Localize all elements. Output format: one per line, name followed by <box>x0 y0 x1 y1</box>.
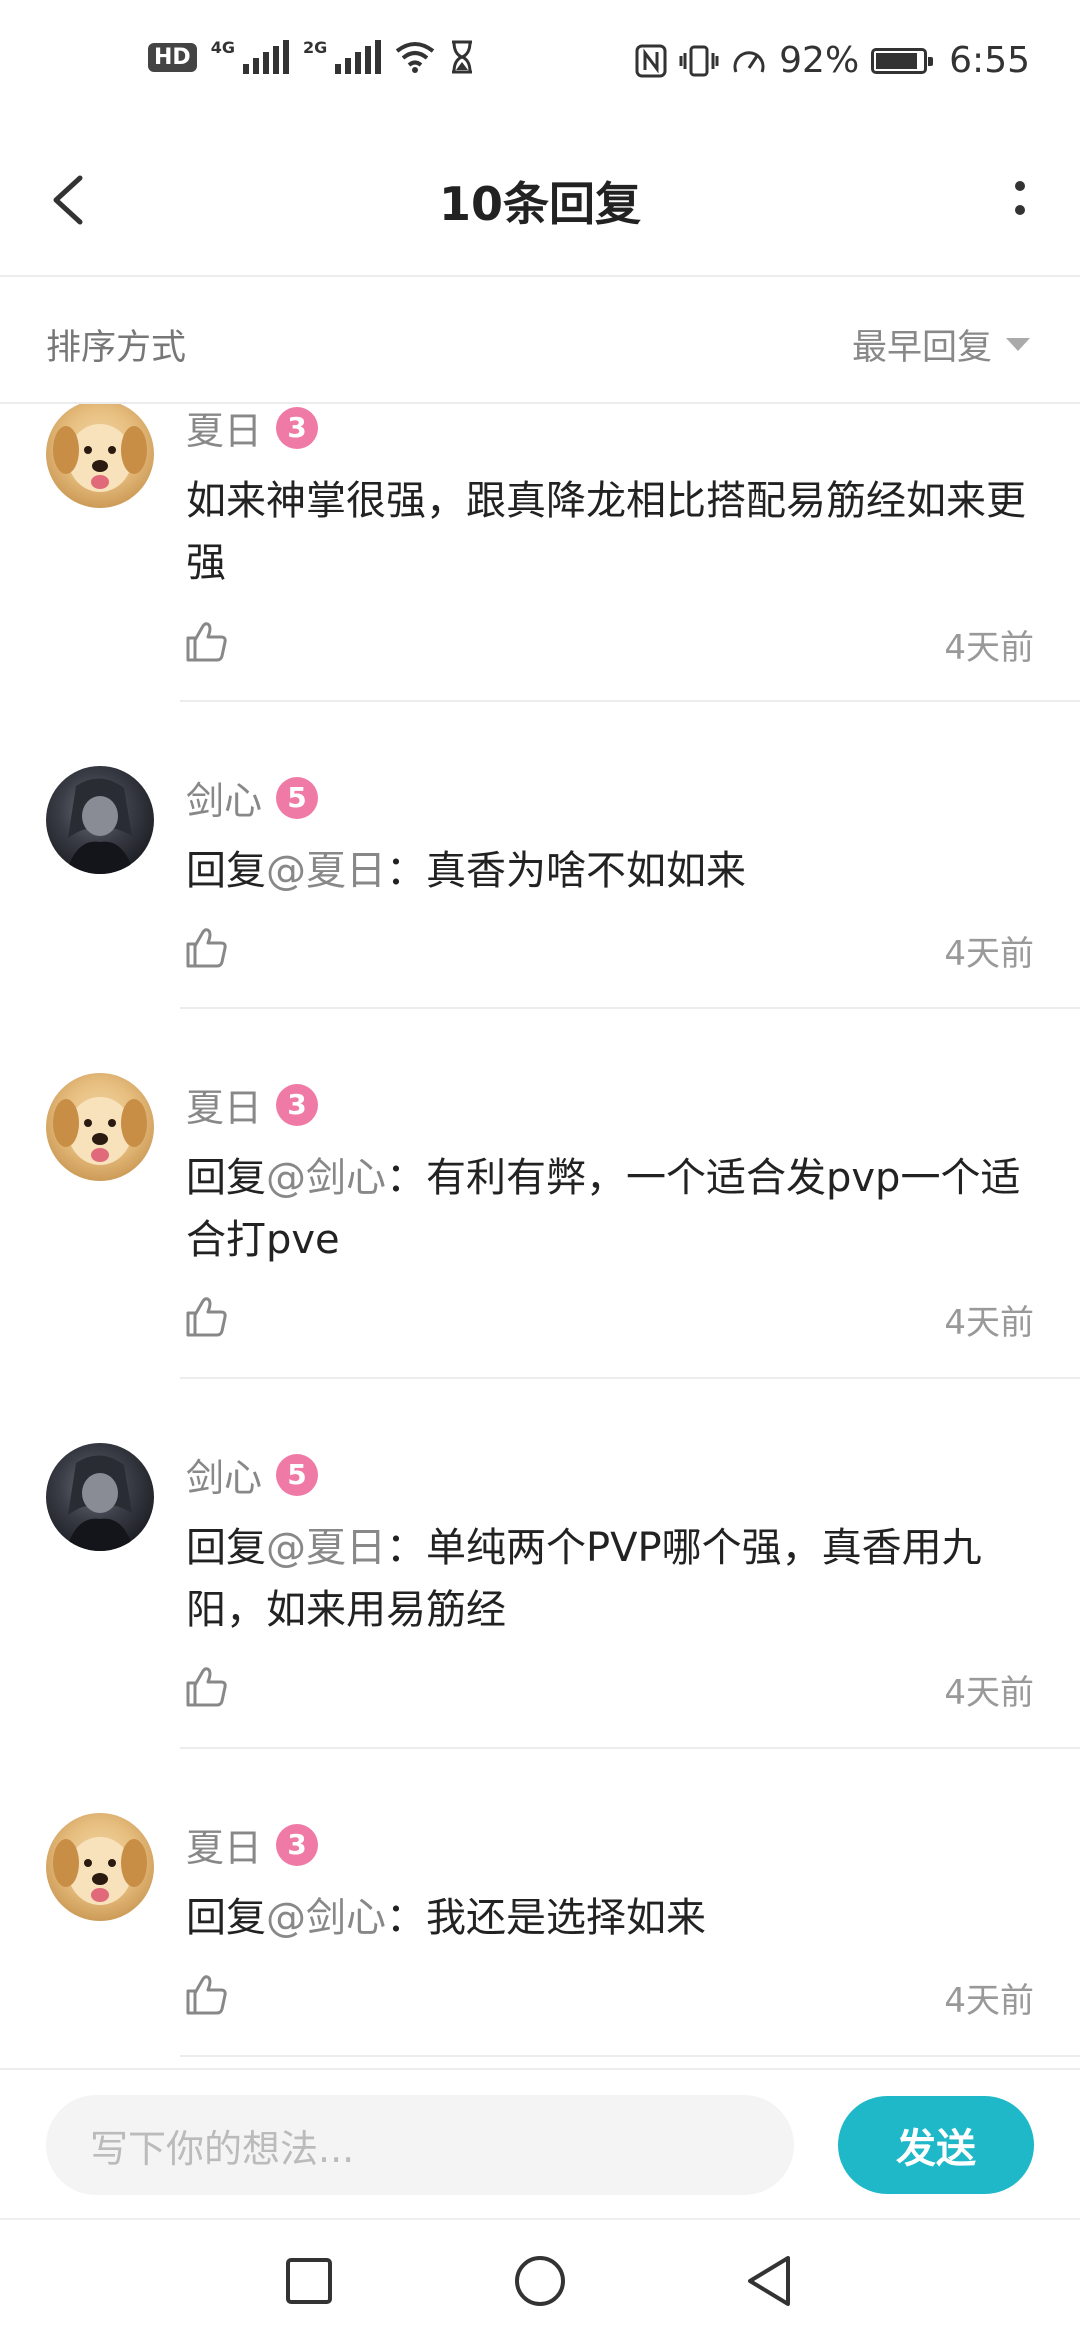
home-icon[interactable] <box>513 2254 567 2308</box>
thumbs-up-icon[interactable] <box>184 926 228 970</box>
thumbs-up-icon[interactable] <box>184 1973 228 2017</box>
reply-author[interactable]: 剑心 5 <box>186 1447 319 1502</box>
nfc-icon <box>635 44 667 77</box>
network-type-1: 4G <box>210 38 235 57</box>
hourglass-icon <box>452 40 473 74</box>
thumbs-up-icon[interactable] <box>184 620 228 664</box>
divider <box>180 700 1080 702</box>
sort-dropdown[interactable]: 最早回复 <box>852 319 1030 370</box>
dog-avatar-icon <box>53 1097 147 1165</box>
reply-item: 剑心 5 回复@夏日：单纯两个PVP哪个强，真香用九阳，如来用易筋经 4天前 <box>0 1381 1080 1751</box>
more-options-icon[interactable] <box>1000 170 1040 230</box>
status-left: HD 4G 2G <box>148 40 475 74</box>
speed-icon <box>733 50 765 73</box>
signal-icon-2 <box>335 40 382 74</box>
mention[interactable]: @夏日 <box>266 1525 386 1571</box>
network-type-2: 2G <box>302 38 328 57</box>
page-title: 10条回复 <box>438 177 641 231</box>
reply-text: 回复@夏日：单纯两个PVP哪个强，真香用九阳，如来用易筋经 <box>186 1525 982 1633</box>
comment-input-bar: 写下你的想法... 发送 <box>0 2068 1080 2220</box>
level-badge: 3 <box>276 406 319 449</box>
dropdown-triangle-icon <box>1006 338 1030 351</box>
character-avatar-icon <box>66 1455 134 1551</box>
reply-author[interactable]: 夏日 3 <box>186 1817 319 1872</box>
reply-item: 夏日 3 回复@剑心：我还是选择如来 4天前 <box>0 1751 1080 2066</box>
sort-label: 排序方式 <box>46 328 187 368</box>
system-nav-bar <box>0 2218 1080 2342</box>
wifi-icon <box>395 42 435 73</box>
reply-text: 回复@剑心：我还是选择如来 <box>186 1895 706 1941</box>
dog-avatar-icon <box>53 1837 147 1905</box>
reply-text: 如来神掌很强，跟真降龙相比搭配易筋经如来更强 <box>186 478 1026 586</box>
reply-item: 剑心 5 回复@夏日：真香为啥不如如来 4天前 <box>0 704 1080 1011</box>
divider <box>180 1747 1080 1749</box>
level-badge: 5 <box>276 1453 319 1496</box>
send-button[interactable]: 发送 <box>838 2096 1034 2194</box>
character-avatar-icon <box>66 778 134 874</box>
sort-value-label: 最早回复 <box>851 328 992 368</box>
reply-author[interactable]: 夏日 3 <box>186 404 319 455</box>
reply-list[interactable]: 夏日 3 如来神掌很强，跟真降龙相比搭配易筋经如来更强 4天前 剑心 5 回复@… <box>0 404 1080 2066</box>
reply-item: 夏日 3 如来神掌很强，跟真降龙相比搭配易筋经如来更强 4天前 <box>0 404 1080 704</box>
divider <box>180 1007 1080 1009</box>
mention[interactable]: @剑心 <box>266 1895 386 1941</box>
avatar[interactable] <box>46 404 154 508</box>
reply-author[interactable]: 剑心 5 <box>186 770 319 825</box>
reply-author[interactable]: 夏日 3 <box>186 1077 319 1132</box>
title-bar: 10条回复 <box>0 130 1080 277</box>
reply-text: 回复@夏日：真香为啥不如如来 <box>186 848 746 894</box>
sort-bar: 排序方式 最早回复 <box>0 277 1080 404</box>
reply-text: 回复@剑心：有利有弊，一个适合发pvp一个适合打pve <box>186 1155 1021 1263</box>
thumbs-up-icon[interactable] <box>184 1295 228 1339</box>
status-right: 92% 6:55 <box>635 40 1030 81</box>
reply-time: 4天前 <box>944 628 1034 668</box>
reply-time: 4天前 <box>944 1981 1034 2021</box>
vibrate-icon <box>679 45 719 76</box>
recent-apps-icon[interactable] <box>284 2256 334 2306</box>
battery-percent: 92% <box>779 40 860 81</box>
reply-time: 4天前 <box>944 1303 1034 1343</box>
mention[interactable]: @剑心 <box>266 1155 386 1201</box>
status-bar: HD 4G 2G 92% 6:55 <box>0 0 1080 130</box>
divider <box>180 2055 1080 2057</box>
signal-icon-1 <box>242 40 289 74</box>
thumbs-up-icon[interactable] <box>184 1665 228 1709</box>
dog-avatar-icon <box>53 424 147 492</box>
level-badge: 3 <box>276 1823 319 1866</box>
comment-input[interactable]: 写下你的想法... <box>46 2095 794 2195</box>
reply-time: 4天前 <box>944 1673 1034 1713</box>
avatar[interactable] <box>46 766 154 874</box>
hd-icon: HD <box>148 42 197 72</box>
level-badge: 5 <box>276 776 319 819</box>
avatar[interactable] <box>46 1443 154 1551</box>
back-nav-icon[interactable] <box>744 2254 794 2308</box>
battery-icon <box>871 47 934 74</box>
reply-item: 夏日 3 回复@剑心：有利有弊，一个适合发pvp一个适合打pve 4天前 <box>0 1011 1080 1381</box>
reply-time: 4天前 <box>944 934 1034 974</box>
level-badge: 3 <box>276 1083 319 1126</box>
divider <box>180 1377 1080 1379</box>
avatar[interactable] <box>46 1073 154 1181</box>
avatar[interactable] <box>46 1813 154 1921</box>
clock: 6:55 <box>949 40 1030 81</box>
mention[interactable]: @夏日 <box>266 848 386 894</box>
